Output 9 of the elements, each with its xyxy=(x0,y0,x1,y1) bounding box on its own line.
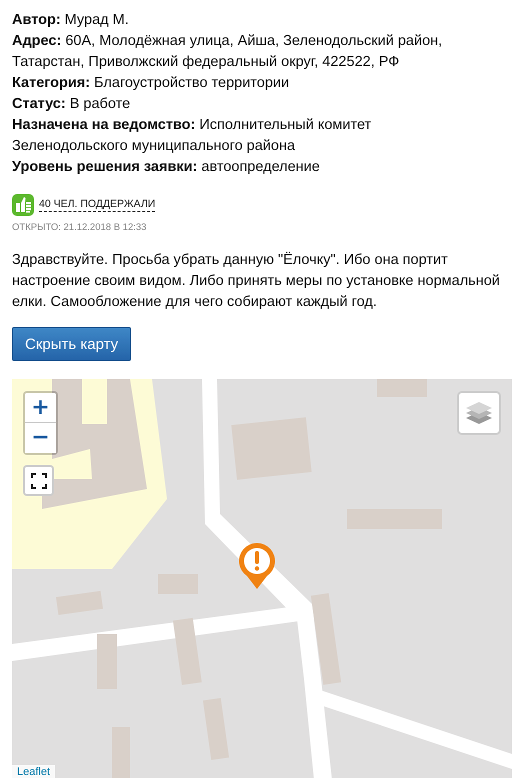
supporters-link[interactable]: 40 ЧЕЛ. ПОДДЕРЖАЛИ xyxy=(39,198,156,212)
detail-line: Автор: Мурад М. xyxy=(12,11,130,30)
detail-line: Категория: Благоустройство территории xyxy=(12,74,290,93)
message-text: Здравствуйте. Просьба убрать данную "Ёлочку". Ибо она портит настроение своим видом. Либо принять меры по установке нормальной елки. Самообложение для чего собирают каждый год. xyxy=(12,250,501,312)
hide-map-button[interactable]: Скрыть карту xyxy=(12,327,132,361)
opened-date: ОТКРЫТО: 21.12.2018 В 12:33 xyxy=(12,222,148,233)
detail-line: Уровень решения заявки: автоопределение xyxy=(12,158,321,177)
detail-line: Адрес: 60А, Молодёжная улица, Айша, Зеленодольский район, Татарстан, Приволжский федеральный округ, 422522, РФ xyxy=(12,32,444,72)
detail-line: Статус: В работе xyxy=(12,95,132,114)
